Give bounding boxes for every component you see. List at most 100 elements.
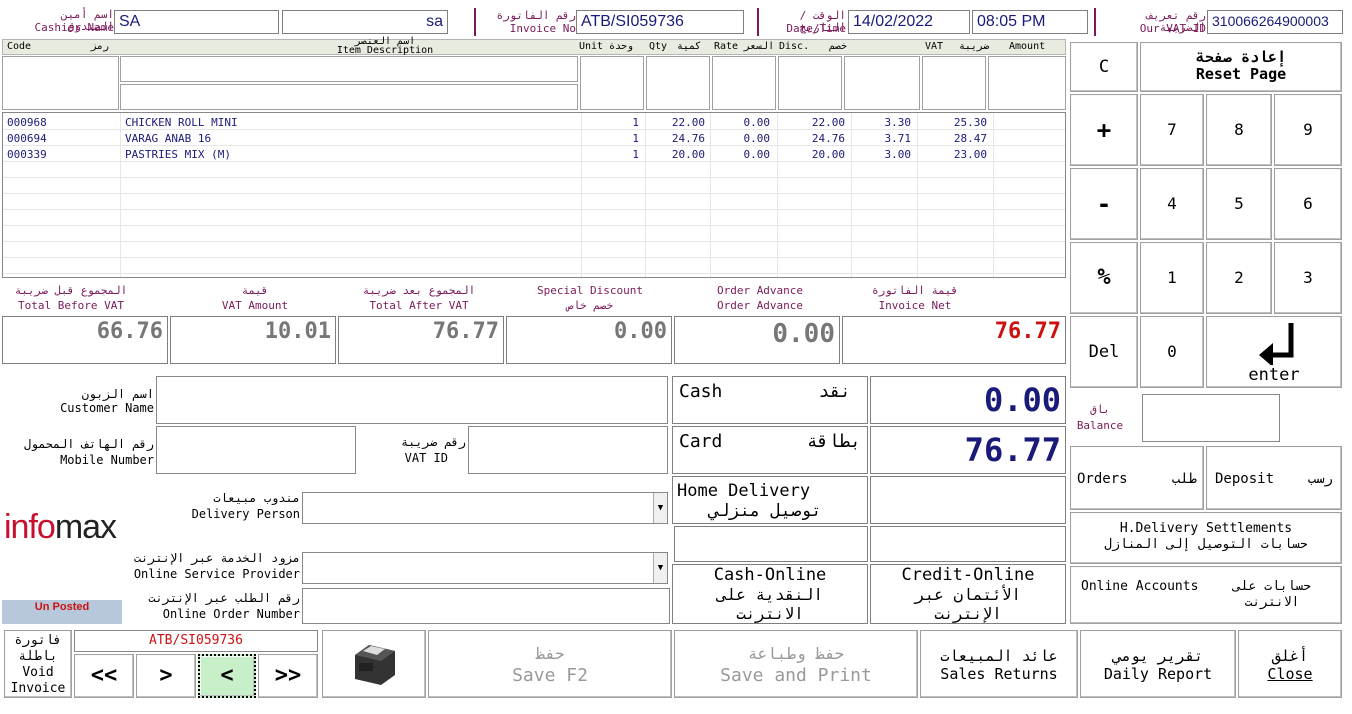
reset-page-label: Reset Page: [1195, 65, 1287, 83]
clear-button[interactable]: C: [1070, 42, 1138, 92]
void-invoice-label: Void Invoice: [10, 665, 66, 696]
cash-label-ar: نقد: [818, 381, 851, 402]
daily-report-button[interactable]: تقرير يومي Daily Report: [1080, 630, 1236, 698]
cell-unit: 1: [632, 116, 639, 129]
entry-desc2-field[interactable]: [120, 84, 578, 110]
customer-name-label: Customer Name: [60, 401, 154, 415]
card-payment[interactable]: Card بطاقة: [672, 426, 868, 474]
digit-3-button[interactable]: 3: [1274, 242, 1342, 314]
deposit-label: Deposit: [1215, 471, 1275, 487]
table-row[interactable]: 000694 VARAG ANAB 16 1 24.76 0.00 24.76 …: [3, 131, 1065, 147]
col-unit-ar: وحدة: [609, 41, 634, 52]
entry-vat-field[interactable]: [844, 56, 920, 110]
digit-7-button[interactable]: 7: [1140, 94, 1204, 166]
balance-label-ar: باق: [1090, 403, 1110, 416]
customer-vat-field[interactable]: [468, 426, 668, 474]
cashier-name-field[interactable]: sa: [282, 10, 448, 34]
vat-id-field[interactable]: 310066264900003: [1207, 10, 1343, 34]
cash-amount-field[interactable]: 0.00: [870, 376, 1066, 424]
grid-header: Code رمز اسم العنصر Item Description Uni…: [2, 37, 1066, 56]
plus-button[interactable]: +: [1070, 94, 1138, 166]
entry-desc-field[interactable]: [120, 56, 578, 82]
last-record-button[interactable]: >>: [258, 654, 318, 698]
invoice-number-field[interactable]: ATB/SI059736: [576, 10, 744, 34]
online-accounts-button[interactable]: Online Accounts حسابات على الانترنت: [1070, 566, 1342, 624]
logo-text: infomax: [116, 502, 120, 503]
credit-online-label-ar: الأئتمان عبر الإنترنت: [915, 585, 1021, 623]
credit-online-button[interactable]: Credit-Online الأئتمان عبر الإنترنت: [870, 564, 1066, 624]
cash-payment[interactable]: Cash نقد: [672, 376, 868, 424]
special-discount-field[interactable]: 0.00: [506, 316, 672, 364]
cashier-code-field[interactable]: SA: [114, 10, 279, 34]
deposit-button[interactable]: Deposit رسب: [1206, 446, 1342, 510]
delivery-person-select[interactable]: ▼: [302, 492, 668, 524]
entry-code-field[interactable]: [2, 56, 119, 110]
orders-label: Orders: [1077, 471, 1128, 487]
reset-page-button[interactable]: إعادة صفحة Reset Page: [1140, 42, 1342, 92]
entry-rate-field[interactable]: [712, 56, 776, 110]
extra-amount-field[interactable]: [870, 526, 1066, 562]
table-row[interactable]: 000339 PASTRIES MIX (M) 1 20.00 0.00 20.…: [3, 147, 1065, 163]
digit-9-button[interactable]: 9: [1274, 94, 1342, 166]
entry-qty-field[interactable]: [646, 56, 710, 110]
digit-5-button[interactable]: 5: [1206, 168, 1272, 240]
mobile-number-label: Mobile Number: [60, 453, 154, 467]
customer-name-field[interactable]: [156, 376, 668, 424]
card-amount-field[interactable]: 76.77: [870, 426, 1066, 474]
cell-qty: 20.00: [671, 148, 705, 161]
entry-unit-field[interactable]: [580, 56, 644, 110]
service-provider-select[interactable]: ▼: [302, 552, 668, 584]
home-delivery-button[interactable]: Home Delivery توصيل منزلي: [672, 476, 868, 524]
daily-report-label: Daily Report: [1103, 665, 1213, 683]
close-button[interactable]: أغلق Close: [1238, 630, 1342, 698]
chevron-down-icon[interactable]: ▼: [653, 493, 667, 523]
prev-record-button[interactable]: >: [136, 654, 196, 698]
percent-button[interactable]: %: [1070, 242, 1138, 314]
cash-online-button[interactable]: Cash-Online النقدية على الانترنت: [672, 564, 868, 624]
hdel-label-ar: حسابات التوصيل إلى المنازل: [1104, 537, 1308, 552]
digit-8-button[interactable]: 8: [1206, 94, 1272, 166]
digit-1-button[interactable]: 1: [1140, 242, 1204, 314]
save-and-print-button[interactable]: حفظ وطباعة Save and Print: [674, 630, 918, 698]
next-record-button[interactable]: <: [198, 654, 256, 698]
digit-4-button[interactable]: 4: [1140, 168, 1204, 240]
digit-6-button[interactable]: 6: [1274, 168, 1342, 240]
customer-vat-label-ar: رقم ضريبة: [400, 435, 466, 449]
printer-button[interactable]: [322, 630, 426, 698]
minus-button[interactable]: -: [1070, 168, 1138, 240]
col-amount: Amount: [1009, 41, 1046, 52]
void-invoice-button[interactable]: فاتورة باطلة Void Invoice: [4, 630, 72, 698]
entry-amount-field[interactable]: [988, 56, 1066, 110]
sales-returns-label-ar: عائد المبيعات: [940, 647, 1058, 665]
date-field[interactable]: 14/02/2022: [848, 10, 970, 34]
save-button[interactable]: حفظ Save F2: [428, 630, 672, 698]
sales-returns-button[interactable]: عائد المبيعات Sales Returns: [920, 630, 1078, 698]
chevron-down-icon[interactable]: ▼: [653, 553, 667, 583]
col-vat: VAT: [925, 41, 944, 52]
mobile-number-field[interactable]: [156, 426, 356, 474]
cell-qty: 24.76: [671, 132, 705, 145]
order-advance-field[interactable]: 0.00: [674, 316, 840, 364]
cell-amount: 23.00: [953, 148, 987, 161]
digit-2-button[interactable]: 2: [1206, 242, 1272, 314]
entry-disc-field[interactable]: [778, 56, 842, 110]
first-record-button[interactable]: <<: [74, 654, 134, 698]
home-delivery-settlements-button[interactable]: H.Delivery Settlements حسابات التوصيل إل…: [1070, 512, 1342, 564]
nav-invoice-field[interactable]: ATB/SI059736: [74, 630, 318, 652]
entry-vatamt-field[interactable]: [922, 56, 986, 110]
digit-0-button[interactable]: 0: [1140, 316, 1204, 388]
enter-button[interactable]: enter: [1206, 316, 1342, 388]
delete-button[interactable]: Del: [1070, 316, 1138, 388]
total-before-vat-label-ar: المجموع قبل ضريبة: [14, 284, 128, 297]
table-row[interactable]: 000968 CHICKEN ROLL MINI 1 22.00 0.00 22…: [3, 115, 1065, 131]
extra-payment-field[interactable]: [674, 526, 868, 562]
online-accounts-label: Online Accounts: [1081, 579, 1199, 594]
orders-button[interactable]: Orders طلب: [1070, 446, 1204, 510]
items-grid[interactable]: 000968 CHICKEN ROLL MINI 1 22.00 0.00 22…: [2, 112, 1066, 278]
enter-label: enter: [1248, 365, 1300, 385]
home-delivery-amount-field[interactable]: [870, 476, 1066, 524]
cell-vat: 3.30: [884, 116, 912, 129]
time-field[interactable]: 08:05 PM: [972, 10, 1088, 34]
online-order-field[interactable]: [302, 588, 670, 624]
service-provider-label-ar: مزود الخدمة عبر الإنترنت: [133, 551, 300, 565]
